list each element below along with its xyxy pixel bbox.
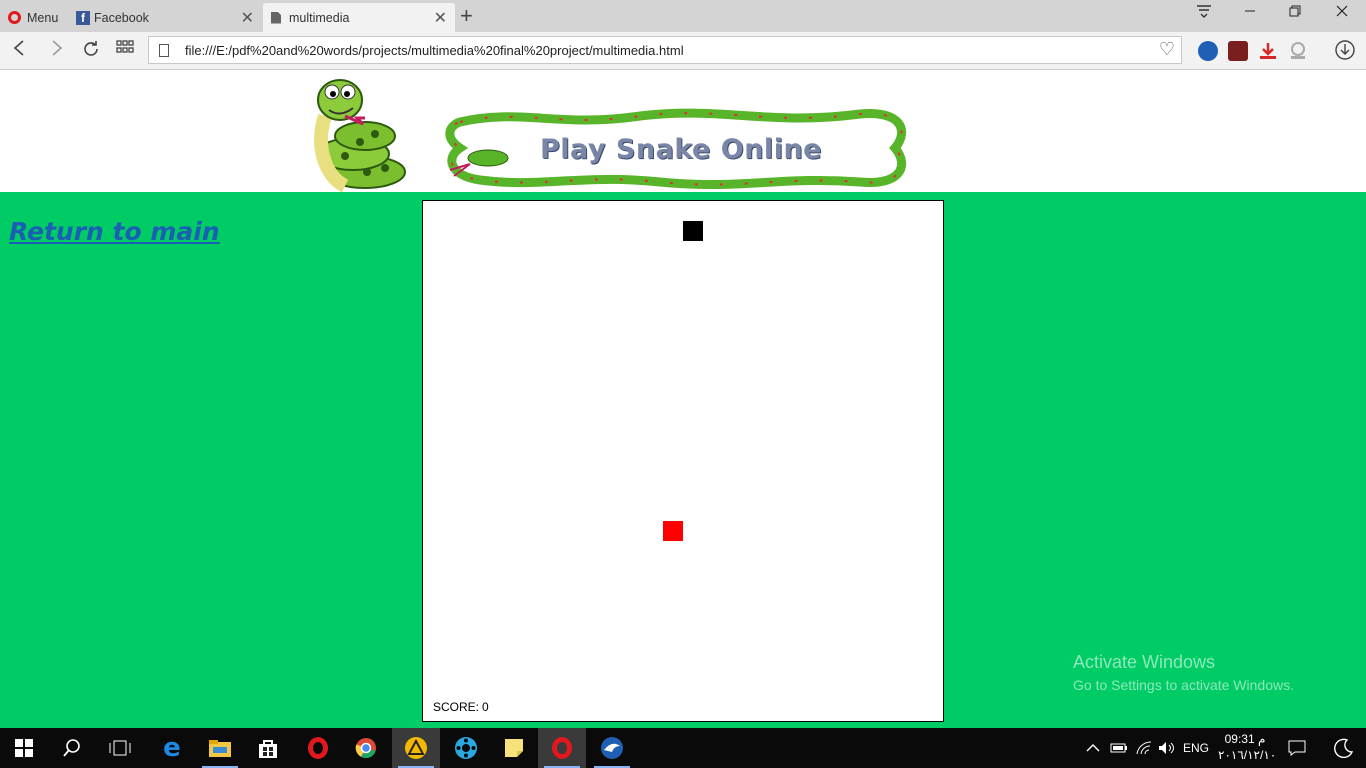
tab-multimedia[interactable]: multimedia ✕ <box>263 3 455 32</box>
food-pellet <box>663 521 683 541</box>
start-button[interactable] <box>0 728 48 768</box>
opera-menu-button[interactable]: Menu <box>0 3 68 32</box>
restore-button[interactable] <box>1289 4 1301 21</box>
opera-taskbar-icon[interactable] <box>294 728 342 768</box>
extension-vpn-icon[interactable] <box>1288 41 1308 61</box>
address-bar[interactable]: file:///E:/pdf%20and%20words/projects/mu… <box>148 36 1182 64</box>
extension-falcon-icon[interactable] <box>1198 41 1218 61</box>
tab-title: Facebook <box>94 10 149 25</box>
opera-icon <box>8 11 21 24</box>
system-clock[interactable]: 09:31 م ٢٠١٦/١٢/١٠ <box>1218 731 1277 763</box>
page-header: Play Snake Online <box>0 70 1366 192</box>
activate-windows-watermark: Activate Windows Go to Settings to activ… <box>1073 652 1294 693</box>
battery-icon[interactable] <box>1110 728 1128 768</box>
game-canvas[interactable]: SCORE: 0 <box>422 200 944 722</box>
return-to-main-link[interactable]: Return to main <box>9 217 220 246</box>
close-tab-icon[interactable]: ✕ <box>241 8 254 28</box>
chrome-icon[interactable] <box>342 728 390 768</box>
back-button[interactable] <box>12 39 26 62</box>
sticky-notes-icon[interactable] <box>490 728 538 768</box>
windows-taskbar: e ENG 09:31 م ٢٠١٦/١٢/١٠ <box>0 728 1366 768</box>
downloads-icon[interactable] <box>1334 39 1356 66</box>
language-indicator[interactable]: ENG <box>1183 728 1209 768</box>
falcon-app-icon[interactable] <box>588 728 636 768</box>
score-value: 0 <box>482 700 489 714</box>
reload-button[interactable] <box>81 39 101 64</box>
facebook-icon: f <box>76 10 90 25</box>
opera-running-icon[interactable] <box>538 728 586 768</box>
browser-toolbar: file:///E:/pdf%20and%20words/projects/mu… <box>0 32 1366 70</box>
app-triangle-icon[interactable] <box>392 728 440 768</box>
media-player-icon[interactable] <box>442 728 490 768</box>
minimize-button[interactable] <box>1244 4 1256 21</box>
volume-icon[interactable] <box>1158 728 1176 768</box>
bookmark-heart-icon[interactable]: ♡ <box>1159 39 1175 60</box>
forward-button[interactable] <box>50 39 64 62</box>
action-center-icon[interactable] <box>1288 728 1306 768</box>
wifi-icon[interactable] <box>1136 728 1152 768</box>
watermark-title: Activate Windows <box>1073 652 1216 672</box>
menu-label: Menu <box>27 10 59 25</box>
url-text[interactable]: file:///E:/pdf%20and%20words/projects/mu… <box>185 43 684 58</box>
tab-facebook[interactable]: f Facebook ✕ <box>70 3 262 32</box>
snake-segment <box>683 221 703 241</box>
page-icon <box>159 44 169 57</box>
close-window-button[interactable] <box>1336 4 1348 21</box>
tab-bar: Menu f Facebook ✕ multimedia ✕ + <box>0 0 1366 32</box>
edge-icon[interactable]: e <box>148 728 196 768</box>
score-display: SCORE: 0 <box>433 700 489 714</box>
store-icon[interactable] <box>244 728 292 768</box>
document-icon <box>271 11 281 24</box>
snake-mascot-logo <box>314 79 406 192</box>
watermark-subtitle: Go to Settings to activate Windows. <box>1073 677 1294 693</box>
file-explorer-icon[interactable] <box>196 728 244 768</box>
score-label: SCORE: <box>433 700 480 714</box>
clock-time: 09:31 م <box>1224 732 1266 746</box>
show-hidden-icons[interactable] <box>1086 728 1100 768</box>
search-icon[interactable] <box>48 728 96 768</box>
new-tab-button[interactable]: + <box>460 3 473 29</box>
close-tab-icon[interactable]: ✕ <box>434 8 447 28</box>
speed-dial-grid-icon[interactable] <box>116 39 134 62</box>
clock-date: ٢٠١٦/١٢/١٠ <box>1218 748 1277 762</box>
night-light-icon[interactable] <box>1334 728 1354 768</box>
extension-download-icon[interactable] <box>1258 41 1278 61</box>
page-body: Play Snake Online Return to main SCORE: 0… <box>0 70 1366 728</box>
banner-title: Play Snake Online <box>540 134 822 165</box>
tab-menu-icon[interactable] <box>1196 4 1212 22</box>
task-view-icon[interactable] <box>96 728 144 768</box>
extension-recorder-icon[interactable] <box>1228 41 1248 61</box>
tab-title: multimedia <box>289 10 350 25</box>
